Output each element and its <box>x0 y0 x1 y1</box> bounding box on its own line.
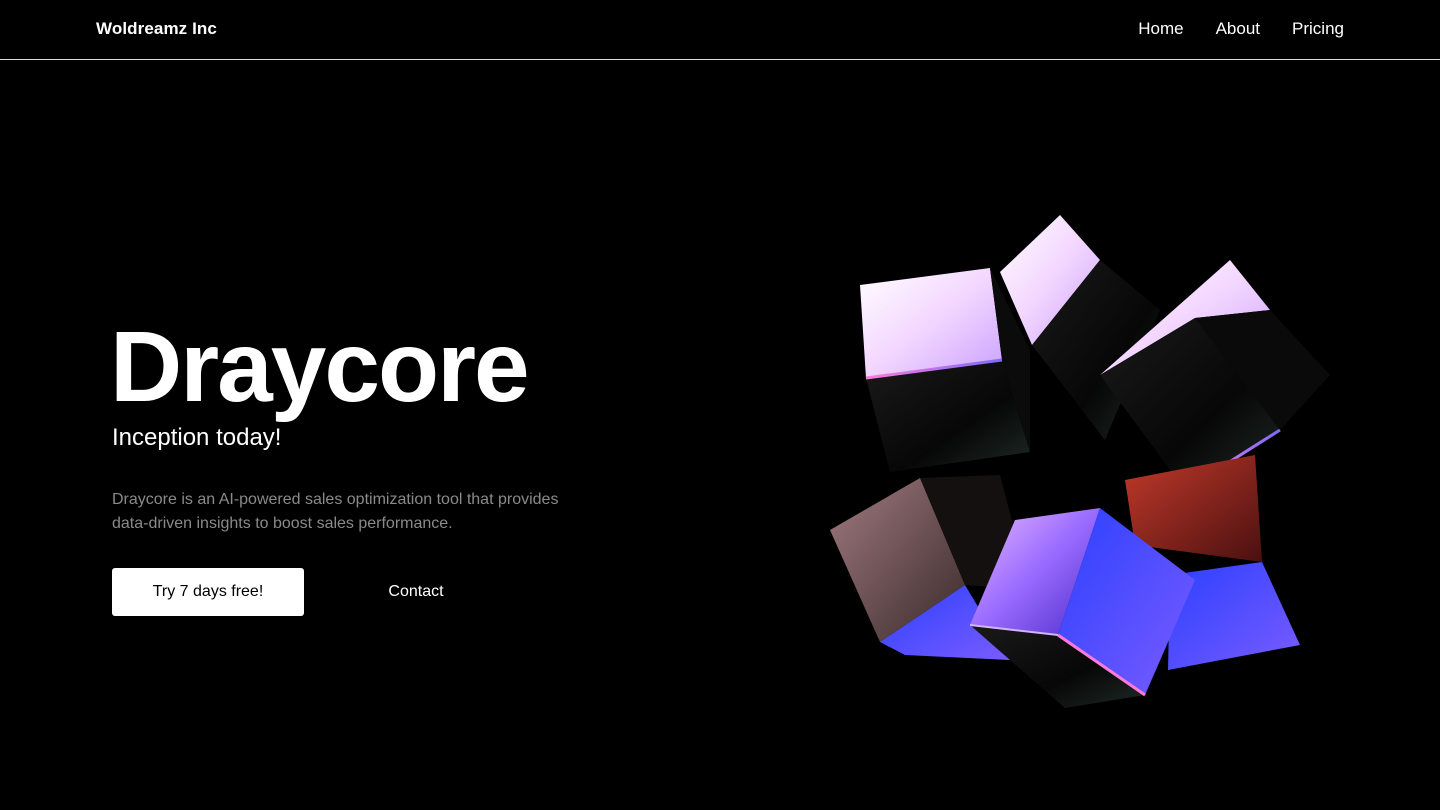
nav-link-about[interactable]: About <box>1216 19 1260 39</box>
try-free-button[interactable]: Try 7 days free! <box>112 568 304 616</box>
iridescent-cubes-icon <box>830 215 1330 708</box>
top-header: Woldreamz Inc Home About Pricing <box>0 0 1440 60</box>
main-nav: Home About Pricing <box>1138 19 1344 39</box>
nav-link-home[interactable]: Home <box>1138 19 1183 39</box>
hero-title: Draycore <box>110 311 530 423</box>
nav-link-pricing[interactable]: Pricing <box>1292 19 1344 39</box>
hero-subtitle: Inception today! <box>112 424 282 451</box>
cubes-illustration <box>800 190 1360 730</box>
brand-logo[interactable]: Woldreamz Inc <box>96 19 217 39</box>
hero-description: Draycore is an AI-powered sales optimiza… <box>112 491 559 532</box>
landing-page: Woldreamz Inc Home About Pricing Draycor… <box>0 0 1440 810</box>
cube-top-left <box>860 268 1030 472</box>
contact-button[interactable]: Contact <box>350 568 482 616</box>
